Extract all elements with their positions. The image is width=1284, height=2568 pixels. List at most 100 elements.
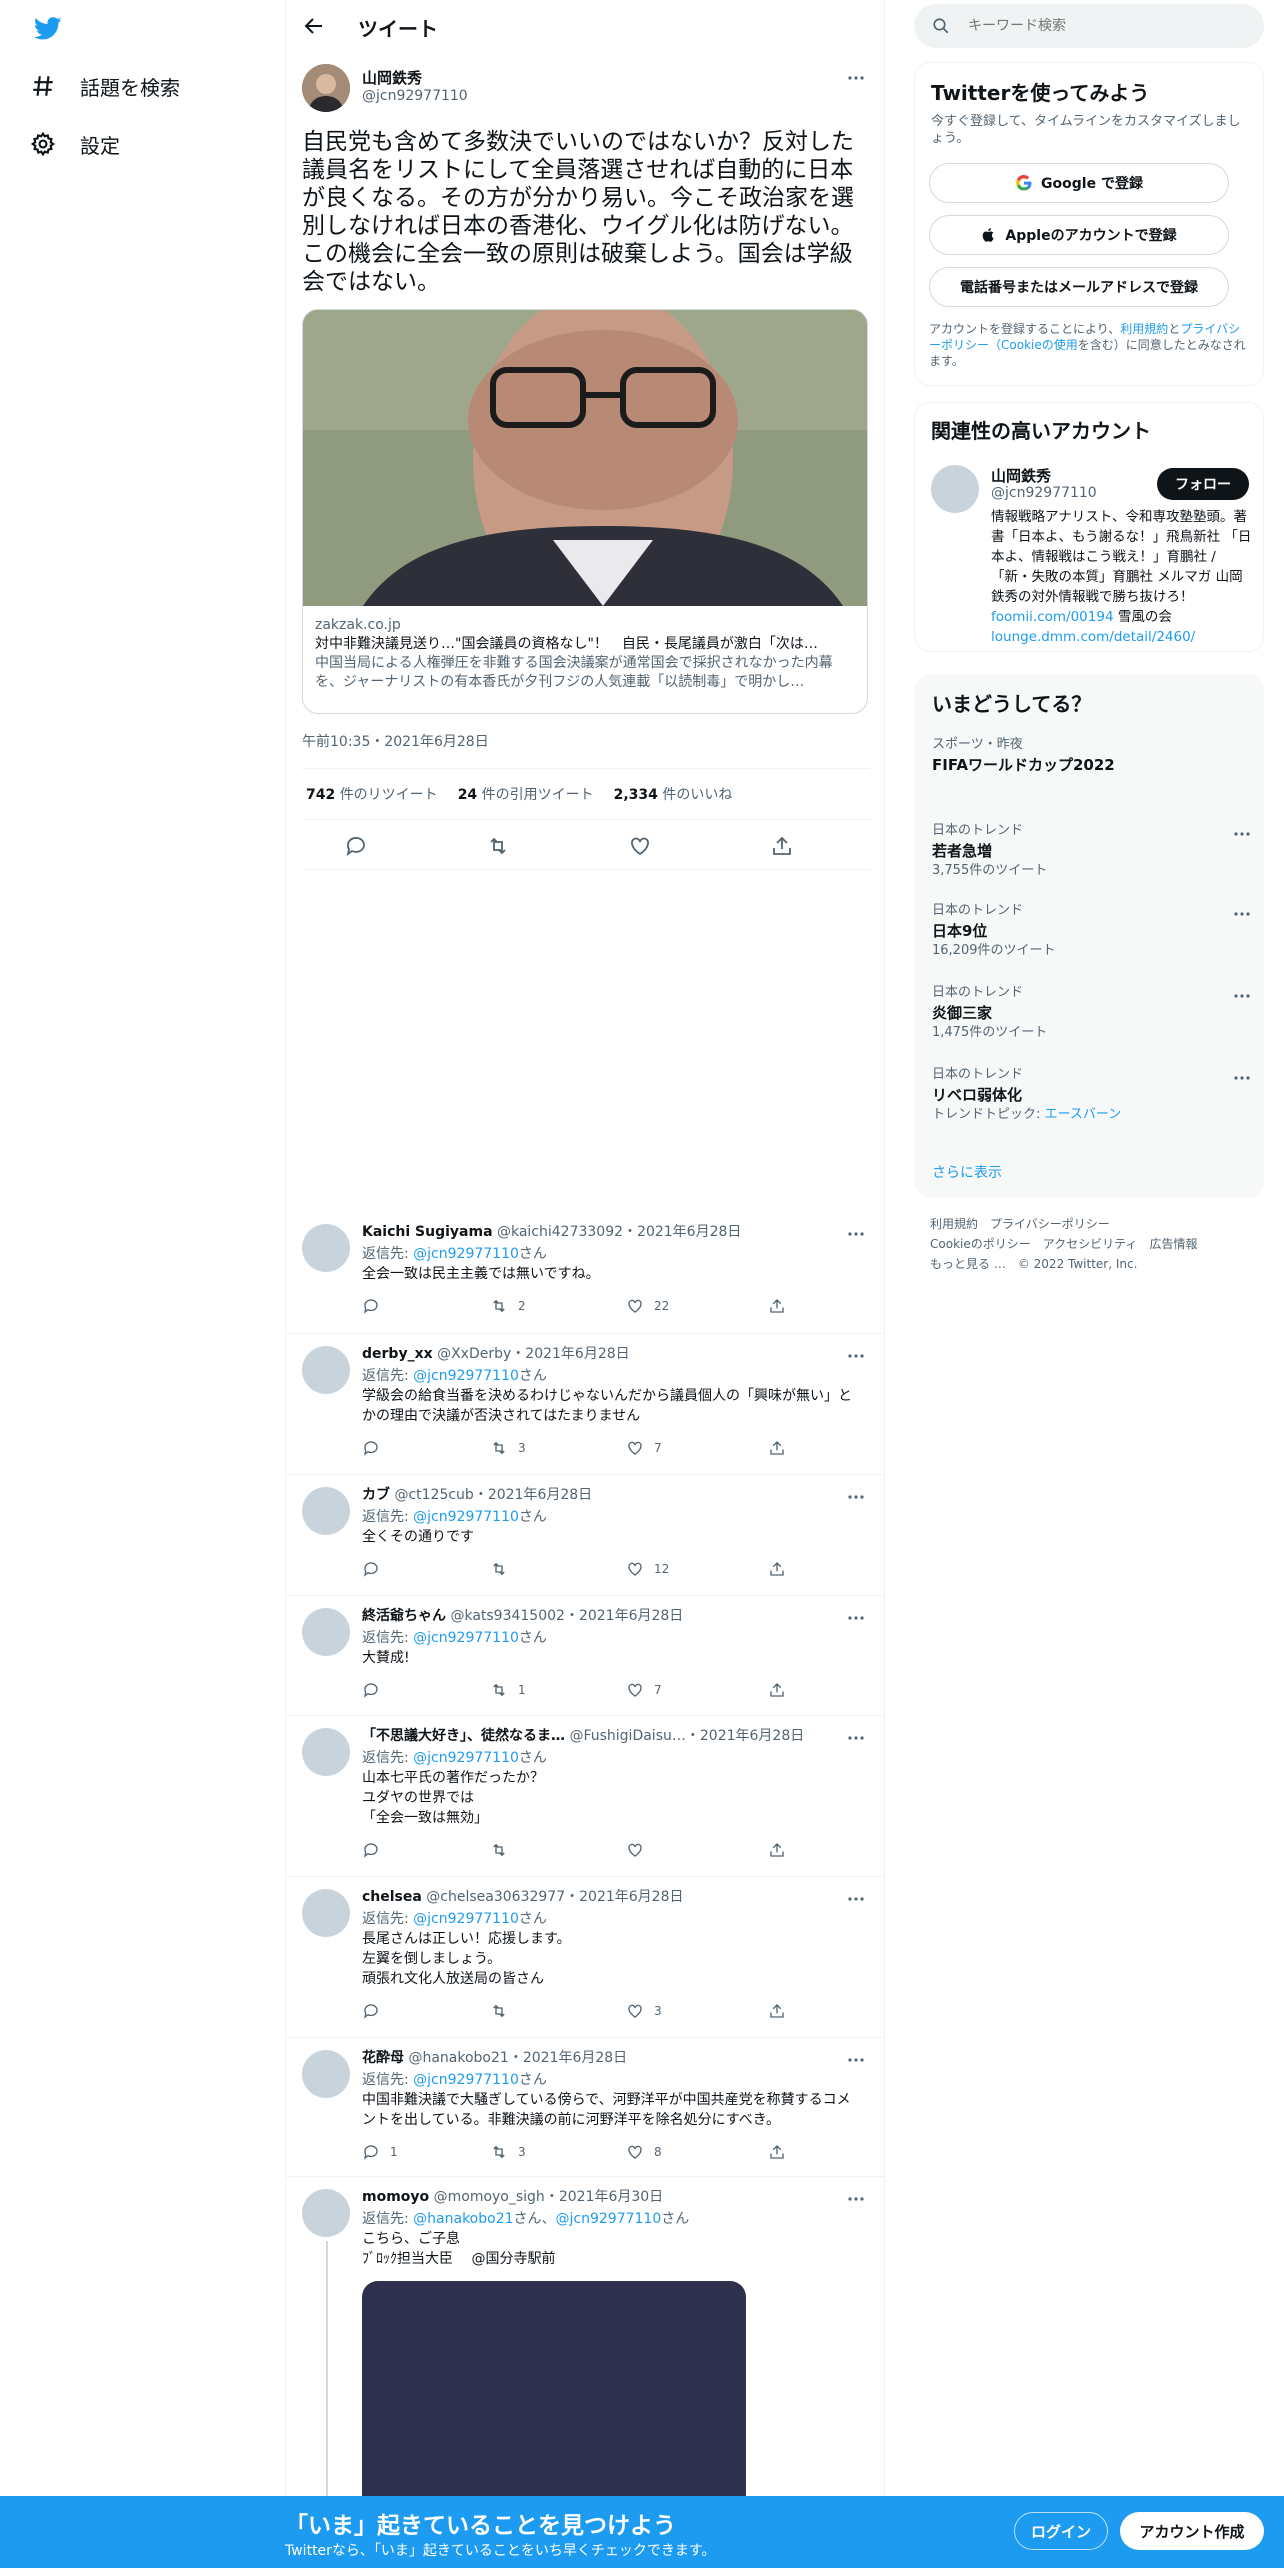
reply-like-action[interactable]: 22 [626, 1296, 669, 1316]
reply-to-link[interactable]: @jcn92977110 [413, 1246, 519, 1262]
reply-author-handle[interactable]: @kaichi42733092 [497, 1224, 623, 1240]
share-icon[interactable] [770, 834, 794, 858]
twitter-logo-icon[interactable] [32, 14, 64, 42]
reply-icon[interactable] [344, 834, 368, 858]
reply-tweet[interactable]: derby_xx @XxDerby・2021年6月28日 返信先: @jcn929… [286, 1334, 884, 1475]
follow-button[interactable]: フォロー [1157, 468, 1249, 500]
reply-like-action[interactable] [626, 1840, 654, 1860]
reply-author-name[interactable]: Kaichi Sugiyama [362, 1224, 493, 1240]
more-icon[interactable] [1232, 986, 1252, 1006]
trend-item[interactable]: 日本のトレンド リベロ弱体化 トレンドトピック: エースバーン [932, 1066, 1252, 1124]
reply-date[interactable]: 2021年6月28日 [525, 1346, 629, 1362]
reply-to-link[interactable]: @jcn92977110 [413, 2072, 519, 2088]
reply-author-name[interactable]: 終活爺ちゃん [362, 1608, 446, 1624]
reply-like-action[interactable]: 7 [626, 1438, 662, 1458]
reply-date[interactable]: 2021年6月28日 [637, 1224, 741, 1240]
reply-author-handle[interactable]: @hanakobo21 [408, 2050, 508, 2066]
reply-author-name[interactable]: derby_xx [362, 1346, 433, 1362]
footer-accessibility[interactable]: アクセシビリティ [1043, 1237, 1138, 1251]
reply-to-link[interactable]: @jcn92977110 [556, 2211, 662, 2227]
reply-to-link[interactable]: @jcn92977110 [413, 1368, 519, 1384]
reply-avatar[interactable] [302, 2189, 350, 2237]
quote-count-link[interactable]: 24 件の引用ツイート [458, 784, 594, 804]
reply-avatar[interactable] [302, 1889, 350, 1937]
trend-item[interactable]: 日本のトレンド 若者急増 3,755件のツイート [932, 822, 1252, 880]
reply-share-action[interactable] [768, 1438, 786, 1458]
phone-signup-button[interactable]: 電話番号またはメールアドレスで登録 [929, 267, 1229, 307]
footer-ads[interactable]: 広告情報 [1149, 1237, 1197, 1251]
more-icon[interactable] [846, 68, 866, 88]
related-handle[interactable]: @jcn92977110 [991, 485, 1097, 501]
more-icon[interactable] [846, 1487, 866, 1507]
reply-share-action[interactable] [768, 1840, 786, 1860]
reply-author-handle[interactable]: @kats93415002 [450, 1608, 564, 1624]
footer-privacy[interactable]: プライバシーポリシー [990, 1217, 1110, 1231]
more-icon[interactable] [1232, 904, 1252, 924]
author-handle[interactable]: @jcn92977110 [362, 88, 468, 104]
back-arrow-icon[interactable] [302, 14, 326, 38]
footer-more[interactable]: もっと見る … [930, 1257, 1006, 1271]
reply-author-name[interactable]: momoyo [362, 2189, 429, 2205]
reply-reply-action[interactable] [362, 1559, 390, 1579]
more-icon[interactable] [1232, 824, 1252, 844]
reply-retweet-action[interactable] [490, 1559, 518, 1579]
reply-date[interactable]: 2021年6月28日 [523, 2050, 627, 2066]
more-icon[interactable] [1232, 1068, 1252, 1088]
reply-author-name[interactable]: カブ [362, 1487, 390, 1503]
retweet-icon[interactable] [486, 834, 510, 858]
reply-author-name[interactable]: chelsea [362, 1889, 422, 1905]
reply-reply-action[interactable]: 1 [362, 2142, 398, 2162]
reply-author-handle[interactable]: @FushigiDaisu… [569, 1728, 685, 1744]
retweet-count-link[interactable]: 742 件のリツイート [306, 784, 438, 804]
reply-reply-action[interactable] [362, 2001, 390, 2021]
reply-to-link[interactable]: @jcn92977110 [413, 1911, 519, 1927]
search-box[interactable] [914, 4, 1264, 48]
like-count-link[interactable]: 2,334 件のいいね [614, 784, 733, 804]
reply-author-name[interactable]: 花酔母 [362, 2050, 404, 2066]
reply-date[interactable]: 2021年6月28日 [579, 1608, 683, 1624]
login-button[interactable]: ログイン [1014, 2512, 1108, 2550]
related-name[interactable]: 山岡鉄秀 [991, 465, 1051, 486]
trend-topic-link[interactable]: エースバーン [1045, 1107, 1122, 1122]
reply-avatar[interactable] [302, 1728, 350, 1776]
reply-to-link[interactable]: @jcn92977110 [413, 1630, 519, 1646]
reply-retweet-action[interactable]: 2 [490, 1296, 526, 1316]
nav-settings[interactable]: 設定 [30, 116, 120, 172]
trend-item[interactable]: 日本のトレンド 日本9位 16,209件のツイート [932, 902, 1252, 960]
reply-avatar[interactable] [302, 2050, 350, 2098]
more-icon[interactable] [846, 1608, 866, 1628]
reply-share-action[interactable] [768, 1680, 786, 1700]
reply-tweet[interactable]: 「不思議大好き」、徒然なるま… @FushigiDaisu…・2021年6月28… [286, 1716, 884, 1877]
more-icon[interactable] [846, 1224, 866, 1244]
footer-terms[interactable]: 利用規約 [930, 1217, 978, 1231]
reply-retweet-action[interactable] [490, 1840, 518, 1860]
related-bio-link-1[interactable]: foomii.com/00194 [991, 609, 1114, 625]
reply-like-action[interactable]: 8 [626, 2142, 662, 2162]
reply-reply-action[interactable] [362, 1840, 390, 1860]
trend-item[interactable]: 日本のトレンド 炎御三家 1,475件のツイート [932, 984, 1252, 1042]
more-icon[interactable] [846, 2189, 866, 2209]
reply-like-action[interactable]: 12 [626, 1559, 669, 1579]
link-card[interactable]: zakzak.co.jp 対中非難決議見送り…"国会議員の資格なし"！ 自民・長… [302, 309, 868, 714]
reply-tweet[interactable]: chelsea @chelsea30632977・2021年6月28日 返信先: … [286, 1877, 884, 2038]
reply-retweet-action[interactable]: 3 [490, 1438, 526, 1458]
more-icon[interactable] [846, 1889, 866, 1909]
google-signup-button[interactable]: Google で登録 [929, 163, 1229, 203]
reply-date[interactable]: 2021年6月28日 [579, 1889, 683, 1905]
reply-share-action[interactable] [768, 1559, 786, 1579]
reply-tweet[interactable]: Kaichi Sugiyama @kaichi42733092・2021年6月2… [286, 1212, 884, 1334]
reply-to-link[interactable]: @jcn92977110 [413, 1509, 519, 1525]
trend-item[interactable]: スポーツ・昨夜 FIFAワールドカップ2022 [932, 736, 1252, 776]
reply-author-handle[interactable]: @momoyo_sigh [434, 2189, 545, 2205]
reply-tweet[interactable]: 花酔母 @hanakobo21・2021年6月28日 返信先: @jcn92977… [286, 2038, 884, 2177]
reply-avatar[interactable] [302, 1608, 350, 1656]
reply-reply-action[interactable] [362, 1296, 390, 1316]
footer-cookie[interactable]: Cookieのポリシー [930, 1237, 1031, 1251]
more-icon[interactable] [846, 1728, 866, 1748]
author-name[interactable]: 山岡鉄秀 [362, 67, 422, 88]
reply-share-action[interactable] [768, 2142, 786, 2162]
reply-date[interactable]: 2021年6月30日 [559, 2189, 663, 2205]
reply-avatar[interactable] [302, 1487, 350, 1535]
reply-date[interactable]: 2021年6月28日 [700, 1728, 804, 1744]
reply-avatar[interactable] [302, 1224, 350, 1272]
